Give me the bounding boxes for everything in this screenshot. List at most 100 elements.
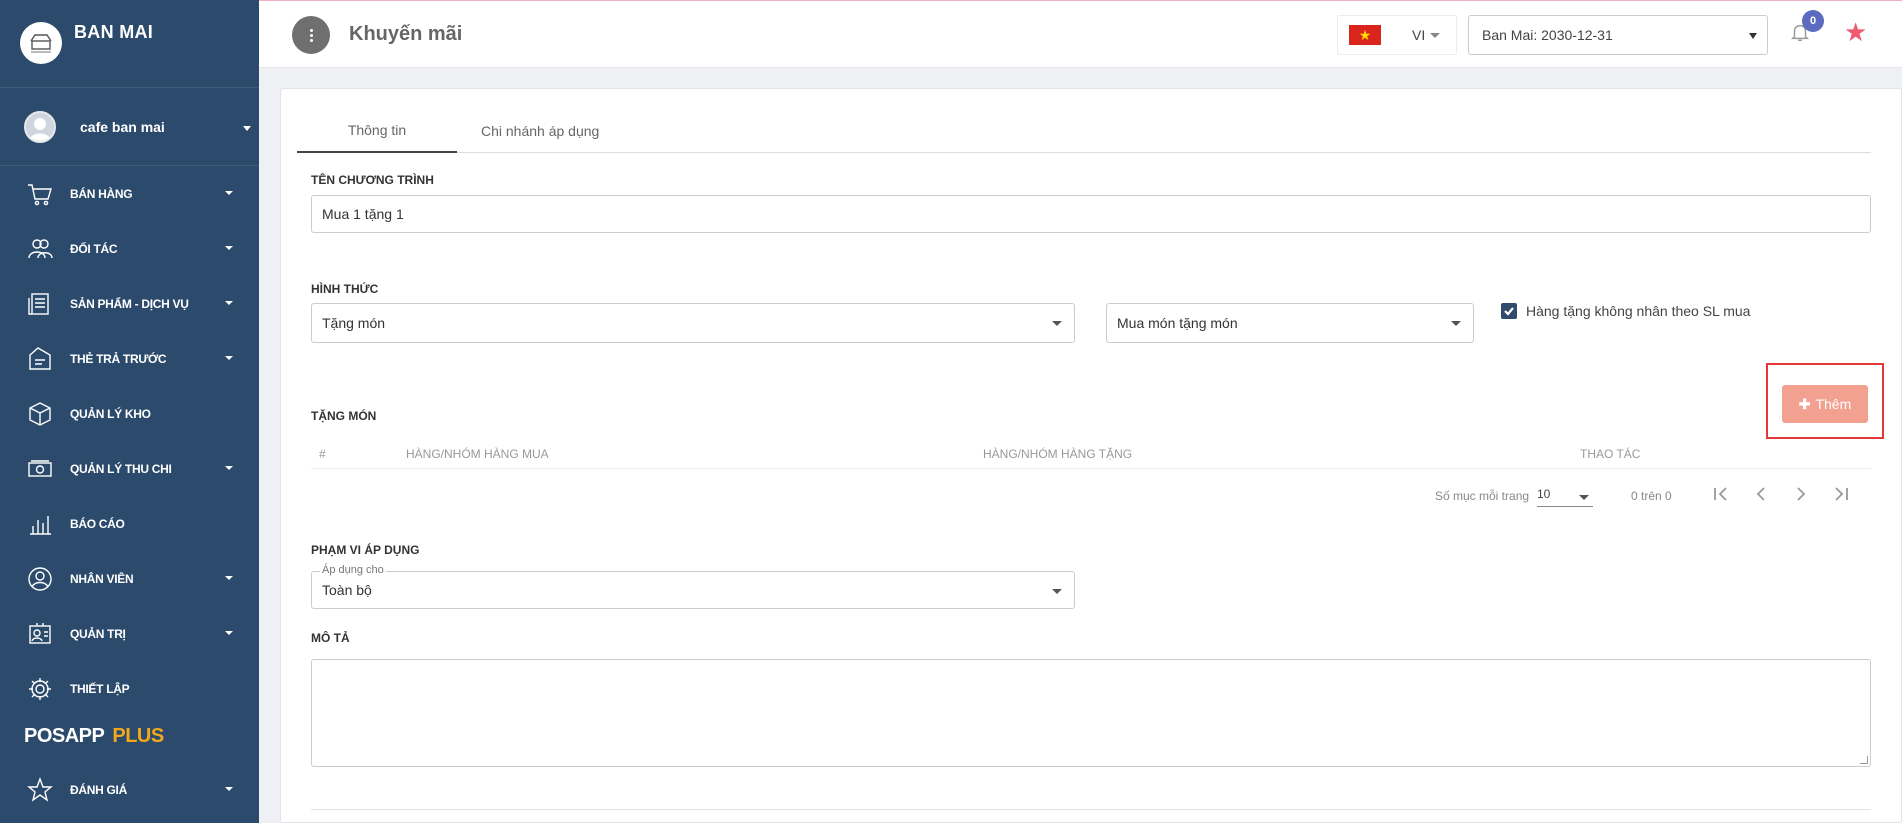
chevron-down-icon <box>1052 589 1062 594</box>
first-page-icon[interactable] <box>1710 483 1732 505</box>
branch-select[interactable]: Ban Mai: 2030-12-31 <box>1468 15 1768 55</box>
chevron-down-icon <box>1451 321 1461 326</box>
add-gift-button[interactable]: ✚ Thêm <box>1782 385 1868 423</box>
favorite-star-icon[interactable]: ★ <box>1844 19 1867 45</box>
chevron-down-icon <box>225 301 233 305</box>
chevron-down-icon <box>225 191 233 195</box>
sidebar-item-label: THẺ TRẢ TRƯỚC <box>70 351 167 366</box>
description-textarea[interactable] <box>311 659 1871 767</box>
table-header-buy: HÀNG/NHÓM HÀNG MUA <box>406 447 549 461</box>
language-selector[interactable]: ★ VI <box>1337 15 1457 55</box>
vietnam-flag-icon: ★ <box>1349 25 1381 45</box>
sidebar-item-label: SẢN PHẨM - DỊCH VỤ <box>70 296 189 311</box>
sidebar-item-thiet-lap[interactable]: THIẾT LẬP <box>0 661 259 716</box>
sidebar: BAN MAI cafe ban mai BÁN HÀNG ĐỐI TÁC SẢ… <box>0 0 259 823</box>
type-value: Tặng món <box>322 315 386 331</box>
scope-label: PHẠM VI ÁP DỤNG <box>311 543 420 557</box>
pager-range: 0 trên 0 <box>1631 489 1672 503</box>
scope-value: Toàn bộ <box>322 582 372 598</box>
sidebar-item-doi-tac[interactable]: ĐỐI TÁC <box>0 221 259 276</box>
sidebar-item-label: BÁO CÁO <box>70 516 125 531</box>
previous-page-icon[interactable] <box>1750 483 1772 505</box>
table-divider <box>311 468 1871 469</box>
table-header-gift: HÀNG/NHÓM HÀNG TẶNG <box>983 447 1133 461</box>
box-icon <box>26 400 54 428</box>
description-label: MÔ TẢ <box>311 631 350 645</box>
promotion-form-card: Thông tin Chi nhánh áp dụng TÊN CHƯƠNG T… <box>280 88 1902 823</box>
posapp-text: POSAPP <box>24 724 105 747</box>
sidebar-item-danh-gia[interactable]: ĐÁNH GIÁ <box>0 762 259 817</box>
employee-icon <box>26 565 54 593</box>
gear-icon <box>26 675 54 703</box>
sidebar-item-thu-chi[interactable]: QUẢN LÝ THU CHI <box>0 441 259 496</box>
branch-value: Ban Mai: 2030-12-31 <box>1482 27 1613 43</box>
chevron-down-icon <box>225 466 233 470</box>
brand[interactable]: BAN MAI <box>0 0 259 88</box>
sidebar-item-san-pham[interactable]: SẢN PHẨM - DỊCH VỤ <box>0 276 259 331</box>
sidebar-item-nhan-vien[interactable]: NHÂN VIÊN <box>0 551 259 606</box>
sidebar-item-quan-ly-kho[interactable]: QUẢN LÝ KHO <box>0 386 259 441</box>
user-menu[interactable]: cafe ban mai <box>0 88 259 166</box>
sidebar-item-label: BÁN HÀNG <box>70 186 133 201</box>
checkbox-label: Hàng tặng không nhân theo SL mua <box>1526 303 1751 319</box>
more-menu-button[interactable] <box>292 16 330 54</box>
table-header-index: # <box>319 447 326 461</box>
chevron-down-icon <box>225 787 233 791</box>
language-code: VI <box>1412 27 1426 43</box>
chevron-down-icon <box>1749 33 1757 39</box>
per-page-label: Số mục mỗi trang <box>1435 489 1530 503</box>
chevron-down-icon <box>225 356 233 360</box>
user-name: cafe ban mai <box>80 118 165 135</box>
sidebar-item-label: QUẢN LÝ THU CHI <box>70 461 172 476</box>
program-name-value: Mua 1 tặng 1 <box>322 206 404 222</box>
sidebar-item-label: ĐÁNH GIÁ <box>70 782 127 797</box>
sidebar-item-the-tra-truoc[interactable]: THẺ TRẢ TRƯỚC <box>0 331 259 386</box>
sidebar-item-bao-cao[interactable]: BÁO CÁO <box>0 496 259 551</box>
sidebar-item-label: THIẾT LẬP <box>70 681 130 696</box>
subtype-value: Mua món tặng món <box>1117 315 1238 331</box>
products-icon <box>26 290 54 318</box>
chevron-down-icon <box>1052 321 1062 326</box>
program-name-input[interactable]: Mua 1 tặng 1 <box>311 195 1871 233</box>
chevron-down-icon <box>1579 495 1589 500</box>
posapp-plus-banner[interactable]: POSAPP PLUS <box>0 716 259 756</box>
sidebar-item-label: NHÂN VIÊN <box>70 571 134 586</box>
sidebar-nav: BÁN HÀNG ĐỐI TÁC SẢN PHẨM - DỊCH VỤ THẺ … <box>0 166 259 716</box>
sidebar-item-label: QUẢN LÝ KHO <box>70 406 151 421</box>
cash-icon <box>26 455 54 483</box>
chevron-down-icon <box>1430 32 1441 38</box>
store-logo-icon <box>20 22 62 64</box>
add-button-label: Thêm <box>1815 396 1852 412</box>
tab-thong-tin[interactable]: Thông tin <box>297 109 457 153</box>
top-header: Khuyến mãi ★ VI Ban Mai: 2030-12-31 0 ★ <box>259 0 1902 68</box>
scope-select[interactable]: Áp dụng cho Toàn bộ <box>311 564 1075 609</box>
type-label: HÌNH THỨC <box>311 282 379 296</box>
tabs: Thông tin Chi nhánh áp dụng <box>297 109 1871 153</box>
sidebar-item-label: ĐỐI TÁC <box>70 241 118 256</box>
program-name-label: TÊN CHƯƠNG TRÌNH <box>311 173 434 187</box>
notification-badge: 0 <box>1802 10 1824 32</box>
cart-icon <box>26 180 54 208</box>
chevron-down-icon <box>225 631 233 635</box>
avatar <box>24 110 56 143</box>
prepaid-card-icon <box>26 345 54 373</box>
next-page-icon[interactable] <box>1790 483 1812 505</box>
chevron-down-icon <box>243 126 251 131</box>
subtype-select[interactable]: Mua món tặng món <box>1106 303 1474 343</box>
gift-section-label: TẶNG MÓN <box>311 409 377 423</box>
plus-icon: ✚ <box>1798 395 1811 412</box>
per-page-value: 10 <box>1537 487 1551 501</box>
chevron-down-icon <box>225 576 233 580</box>
resize-handle-icon[interactable] <box>1860 756 1868 764</box>
no-multiply-gift-checkbox[interactable]: Hàng tặng không nhân theo SL mua <box>1501 303 1750 319</box>
table-header-actions: THAO TÁC <box>1580 447 1641 461</box>
sidebar-item-ban-hang[interactable]: BÁN HÀNG <box>0 166 259 221</box>
sidebar-item-quan-tri[interactable]: QUẢN TRỊ <box>0 606 259 661</box>
last-page-icon[interactable] <box>1830 483 1852 505</box>
scope-field-label: Áp dụng cho <box>320 564 386 576</box>
per-page-select[interactable]: 10 <box>1537 487 1593 507</box>
tab-chi-nhanh-ap-dung[interactable]: Chi nhánh áp dụng <box>465 109 615 153</box>
partners-icon <box>26 235 54 263</box>
type-select[interactable]: Tặng món <box>311 303 1075 343</box>
bar-chart-icon <box>26 510 54 538</box>
